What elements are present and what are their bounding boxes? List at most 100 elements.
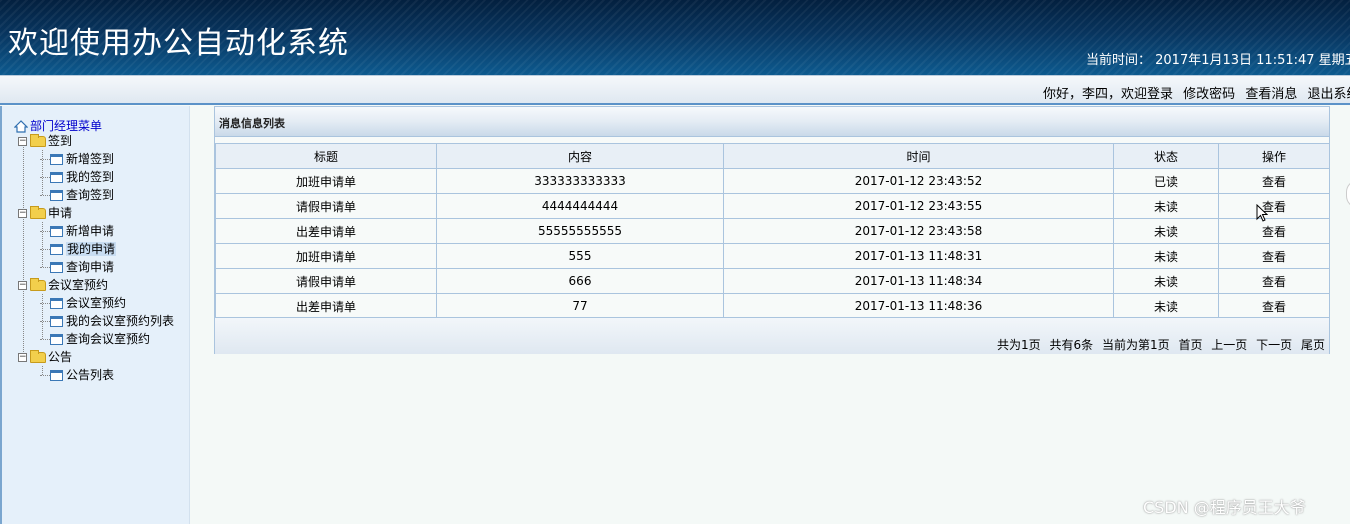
page-icon: [50, 334, 63, 345]
sidebar-item-label: 查询会议室预约: [66, 332, 151, 346]
sidebar-item-query-meeting-bookings[interactable]: 查询会议室预约: [40, 330, 150, 348]
folder-icon: [30, 278, 46, 291]
pager-last-link[interactable]: 尾页: [1301, 338, 1325, 352]
page-icon: [50, 172, 63, 183]
collapse-toggle-icon[interactable]: −: [18, 137, 27, 146]
view-link[interactable]: 查看: [1218, 193, 1330, 219]
view-link[interactable]: 查看: [1218, 268, 1330, 294]
collapse-toggle-icon[interactable]: −: [18, 353, 27, 362]
page-icon: [50, 226, 63, 237]
cell-content: 4444444444: [436, 193, 724, 219]
cell-content: 333333333333: [436, 168, 724, 194]
table-row: 加班申请单 333333333333 2017-01-12 23:43:52 已…: [215, 168, 1330, 194]
sidebar-item-query-application[interactable]: 查询申请: [40, 258, 114, 276]
sidebar-item-query-signin[interactable]: 查询签到: [40, 186, 114, 204]
pager-next-link[interactable]: 下一页: [1256, 338, 1292, 352]
cell-title: 请假申请单: [215, 268, 437, 294]
cell-title: 加班申请单: [215, 243, 437, 269]
sidebar-item-label: 公告列表: [66, 368, 115, 382]
pager-total-records: 共有6条: [1049, 338, 1094, 352]
folder-icon: [30, 350, 46, 363]
view-link[interactable]: 查看: [1218, 243, 1330, 269]
cell-status: 未读: [1113, 193, 1219, 219]
sidebar-item-my-signin[interactable]: 我的签到: [40, 168, 114, 186]
scroll-handle[interactable]: [1346, 180, 1350, 208]
tree-root-label: 部门经理菜单: [30, 119, 103, 133]
column-header-title: 标题: [215, 143, 437, 169]
cell-time: 2017-01-12 23:43:52: [723, 168, 1114, 194]
cell-time: 2017-01-13 11:48:36: [723, 293, 1114, 319]
cell-status: 未读: [1113, 243, 1219, 269]
sidebar-item-label: 新增签到: [66, 152, 115, 166]
sidebar-item-my-application[interactable]: 我的申请: [40, 240, 117, 258]
sidebar-item-label: 会议室预约: [66, 296, 127, 310]
cell-title: 出差申请单: [215, 218, 437, 244]
top-bar: 你好，李四，欢迎登录 修改密码 查看消息 退出系统: [0, 75, 1350, 105]
pager-first-link[interactable]: 首页: [1178, 338, 1202, 352]
sidebar-item-label: 我的会议室预约列表: [66, 314, 175, 328]
logout-link[interactable]: 退出系统: [1307, 87, 1350, 102]
view-link[interactable]: 查看: [1218, 218, 1330, 244]
collapse-toggle-icon[interactable]: −: [18, 209, 27, 218]
pager-total-pages: 共为1页: [997, 338, 1041, 352]
page-icon: [50, 316, 63, 327]
sidebar-item-new-signin[interactable]: 新增签到: [40, 150, 114, 168]
cell-title: 加班申请单: [215, 168, 437, 194]
sidebar-item-meeting-booking[interactable]: 会议室预约: [40, 294, 126, 312]
tree-folder-application[interactable]: − 申请: [18, 204, 72, 222]
table-row: 请假申请单 666 2017-01-13 11:48:34 未读 查看: [215, 268, 1330, 294]
cell-time: 2017-01-13 11:48:34: [723, 268, 1114, 294]
folder-label: 申请: [48, 206, 73, 220]
cell-content: 77: [436, 293, 724, 319]
message-list-panel: 消息信息列表 标题 内容 时间 状态 操作 加班申请单 333333333333…: [214, 106, 1330, 354]
sidebar-menu: 部门经理菜单 − 签到 新增签到 我的签到 查询签到 − 申请 新增申请 我的申请 …: [0, 106, 190, 524]
folder-icon: [30, 134, 46, 147]
cell-content: 55555555555: [436, 218, 724, 244]
folder-icon: [30, 206, 46, 219]
header-banner: 欢迎使用办公自动化系统 当前时间： 2017年1月13日 11:51:47 星期…: [0, 0, 1350, 75]
collapse-toggle-icon[interactable]: −: [18, 281, 27, 290]
change-password-link[interactable]: 修改密码: [1183, 87, 1235, 102]
mouse-cursor-icon: [1256, 204, 1268, 222]
sidebar-item-my-meeting-bookings[interactable]: 我的会议室预约列表: [40, 312, 174, 330]
column-header-status: 状态: [1113, 143, 1219, 169]
greeting-text: 你好，李四，欢迎登录: [1043, 87, 1174, 102]
tree-folder-announcement[interactable]: − 公告: [18, 348, 72, 366]
pager-prev-link[interactable]: 上一页: [1211, 338, 1247, 352]
cell-status: 未读: [1113, 293, 1219, 319]
cell-status: 已读: [1113, 168, 1219, 194]
cell-content: 666: [436, 268, 724, 294]
page-icon: [50, 262, 63, 273]
message-table: 标题 内容 时间 状态 操作 加班申请单 333333333333 2017-0…: [215, 143, 1330, 319]
page-icon: [50, 154, 63, 165]
page-icon: [50, 370, 63, 381]
column-header-action: 操作: [1218, 143, 1330, 169]
page-icon: [50, 244, 63, 255]
table-row: 出差申请单 77 2017-01-13 11:48:36 未读 查看: [215, 293, 1330, 319]
sidebar-item-label: 新增申请: [66, 224, 115, 238]
view-link[interactable]: 查看: [1218, 168, 1330, 194]
sidebar-item-announcement-list[interactable]: 公告列表: [40, 366, 114, 384]
current-time: 当前时间： 2017年1月13日 11:51:47 星期五: [1086, 53, 1350, 68]
folder-label: 会议室预约: [48, 278, 109, 292]
table-header-row: 标题 内容 时间 状态 操作: [215, 143, 1330, 169]
sidebar-item-label: 我的申请: [66, 242, 117, 256]
sidebar-item-label: 查询签到: [66, 188, 115, 202]
table-row: 加班申请单 555 2017-01-13 11:48:31 未读 查看: [215, 243, 1330, 269]
tree-folder-signin[interactable]: − 签到: [18, 132, 72, 150]
table-row: 请假申请单 4444444444 2017-01-12 23:43:55 未读 …: [215, 193, 1330, 219]
column-header-content: 内容: [436, 143, 724, 169]
view-link[interactable]: 查看: [1218, 293, 1330, 319]
tree-folder-meeting-room[interactable]: − 会议室预约: [18, 276, 108, 294]
folder-label: 公告: [48, 350, 73, 364]
page-icon: [50, 190, 63, 201]
watermark-text: CSDN @程序员王大爷: [1143, 498, 1306, 517]
cell-title: 请假申请单: [215, 193, 437, 219]
view-messages-link[interactable]: 查看消息: [1245, 87, 1297, 102]
tree-guide-line: [23, 144, 24, 356]
sidebar-item-new-application[interactable]: 新增申请: [40, 222, 114, 240]
cell-status: 未读: [1113, 218, 1219, 244]
sidebar-item-label: 我的签到: [66, 170, 115, 184]
cell-status: 未读: [1113, 268, 1219, 294]
panel-title: 消息信息列表: [215, 107, 1329, 137]
